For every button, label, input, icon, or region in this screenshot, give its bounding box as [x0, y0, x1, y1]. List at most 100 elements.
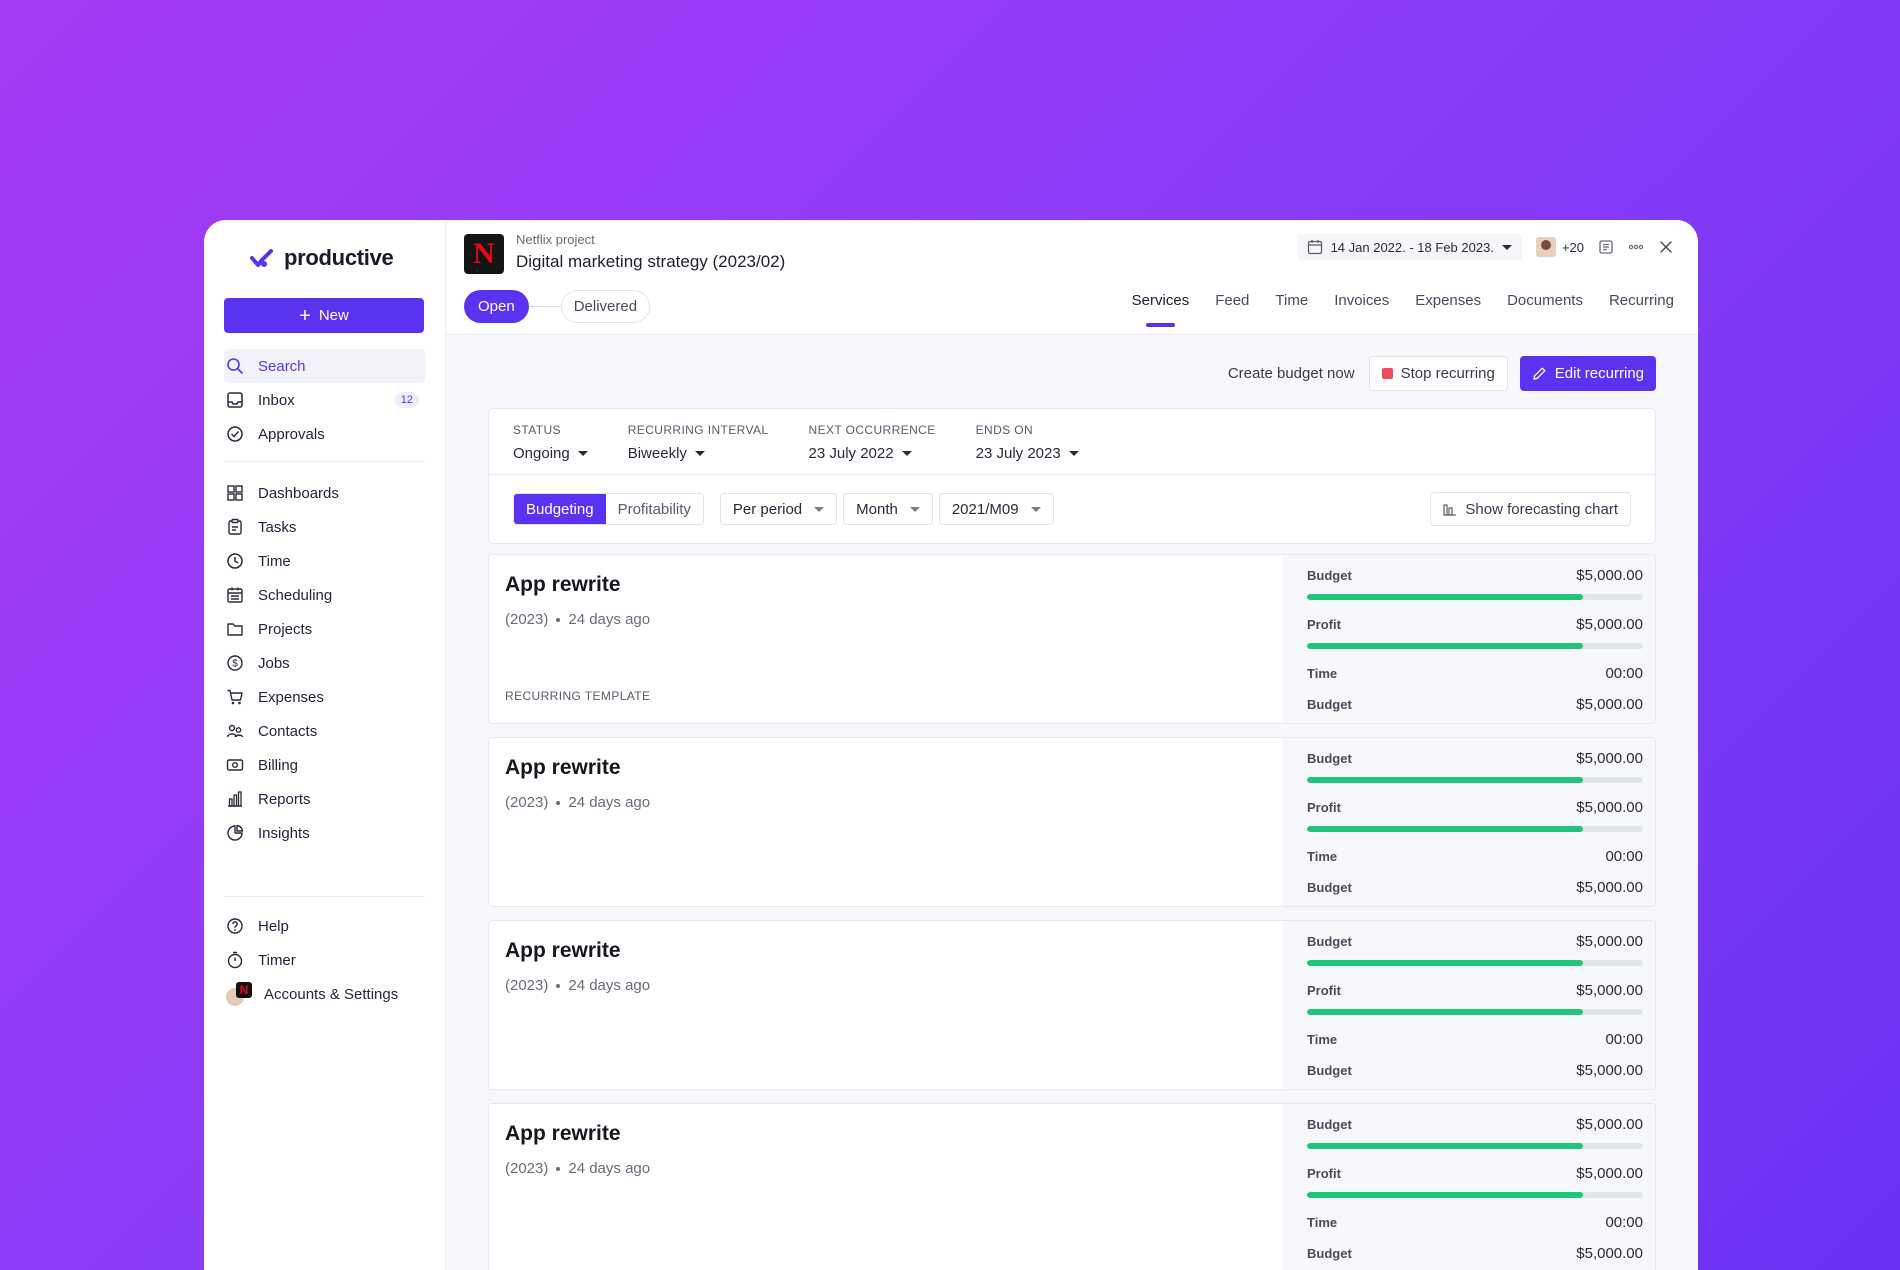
stop-recurring-button[interactable]: Stop recurring: [1368, 356, 1508, 391]
search-icon: [227, 358, 243, 374]
create-budget-link[interactable]: Create budget now: [1228, 365, 1355, 382]
project-members[interactable]: +20: [1535, 237, 1584, 257]
sidebar-item-reports[interactable]: Reports: [224, 782, 425, 816]
bar-chart-icon: [1443, 504, 1457, 516]
header-tools: 14 Jan 2022. - 18 Feb 2023. +20: [1296, 234, 1674, 260]
tab-invoices[interactable]: Invoices: [1334, 292, 1389, 327]
sidebar-item-label: Billing: [258, 756, 299, 774]
service-metrics: Budget $5,000.00 Profit $5,000.00 Time 00:0…: [1283, 555, 1655, 723]
show-forecasting-chart-button[interactable]: Show forecasting chart: [1430, 492, 1631, 526]
sidebar-item-insights[interactable]: Insights: [224, 816, 425, 850]
tab-time[interactable]: Time: [1275, 292, 1308, 327]
budget-progress-bar: [1307, 777, 1643, 783]
tab-feed[interactable]: Feed: [1215, 292, 1249, 327]
chevron-down-icon: [1068, 451, 1079, 456]
service-year: (2023): [505, 611, 549, 628]
tab-documents[interactable]: Documents: [1507, 292, 1583, 327]
stop-recurring-label: Stop recurring: [1400, 365, 1495, 382]
metric-label: Time: [1307, 1215, 1338, 1230]
sidebar-item-help[interactable]: Help: [224, 909, 425, 943]
budgeting-toggle[interactable]: Budgeting: [514, 494, 606, 524]
budget-progress-bar: [1307, 594, 1643, 600]
sidebar-item-approvals[interactable]: Approvals: [224, 417, 425, 451]
sidebar-item-billing[interactable]: Billing: [224, 748, 425, 782]
sidebar: productive + New Search Inbox 12 Approva…: [204, 220, 446, 1270]
service-title: App rewrite: [505, 756, 621, 779]
sidebar-item-dashboards[interactable]: Dashboards: [224, 476, 425, 510]
recurring-interval-field[interactable]: RECURRING INTERVAL Biweekly: [628, 421, 769, 462]
sidebar-item-time[interactable]: Time: [224, 544, 425, 578]
status-pipeline: Open Delivered: [464, 290, 651, 323]
view-mode-toggle: Budgeting Profitability: [513, 493, 704, 525]
service-card[interactable]: App rewrite (2023) 24 days ago Budget $5,…: [488, 737, 1656, 907]
budget-progress-fill: [1307, 594, 1583, 600]
metric-value: $5,000.00: [1576, 1116, 1643, 1133]
dropdown-value: Month: [856, 500, 898, 518]
sidebar-item-expenses[interactable]: Expenses: [224, 680, 425, 714]
bar-chart-icon: [228, 791, 242, 807]
separator-dot: [556, 983, 561, 988]
app-logo[interactable]: productive: [224, 230, 425, 286]
recurring-actions: Create budget now Stop recurring Edit re…: [1228, 356, 1656, 391]
tab-expenses[interactable]: Expenses: [1415, 292, 1481, 327]
chevron-down-icon: [1030, 506, 1041, 512]
new-button[interactable]: + New: [224, 298, 424, 333]
member-count: +20: [1561, 239, 1584, 255]
service-card[interactable]: App rewrite (2023) 24 days ago Budget $5,…: [488, 1103, 1656, 1270]
budget-progress-fill: [1307, 960, 1583, 966]
metric-value: $5,000.00: [1576, 1245, 1643, 1262]
nav-primary: Search Inbox 12 Approvals: [224, 349, 425, 451]
sidebar-item-jobs[interactable]: $ Jobs: [224, 646, 425, 680]
edit-recurring-button[interactable]: Edit recurring: [1519, 356, 1656, 391]
profitability-toggle[interactable]: Profitability: [605, 494, 703, 524]
per-period-dropdown[interactable]: Per period: [719, 493, 838, 525]
nav-bottom: Help Timer N Accounts & Settings: [224, 896, 425, 1011]
tab-recurring[interactable]: Recurring: [1609, 292, 1674, 327]
sidebar-item-projects[interactable]: Projects: [224, 612, 425, 646]
service-title: App rewrite: [505, 1122, 621, 1145]
next-occurrence-field[interactable]: NEXT OCCURRENCE 23 July 2022: [809, 421, 936, 462]
sidebar-item-label: Search: [258, 357, 306, 375]
service-card[interactable]: App rewrite (2023) 24 days ago RECURRING…: [488, 554, 1656, 724]
document-icon[interactable]: [1598, 239, 1614, 255]
ends-on-field[interactable]: ENDS ON 23 July 2023: [976, 421, 1079, 462]
metric-label: Profit: [1307, 800, 1341, 815]
project-client[interactable]: Netflix project: [516, 232, 595, 247]
sidebar-item-accounts-settings[interactable]: N Accounts & Settings: [224, 977, 425, 1011]
service-title: App rewrite: [505, 573, 621, 596]
close-icon[interactable]: [1658, 239, 1674, 255]
sidebar-item-contacts[interactable]: Contacts: [224, 714, 425, 748]
more-icon[interactable]: [1628, 239, 1644, 255]
budget-progress-fill: [1307, 777, 1583, 783]
sidebar-item-search[interactable]: Search: [224, 349, 425, 383]
profit-progress-fill: [1307, 1192, 1583, 1198]
sidebar-item-label: Dashboards: [258, 484, 339, 502]
field-value: Ongoing: [513, 445, 570, 462]
forecast-label: Show forecasting chart: [1465, 500, 1618, 518]
sidebar-item-tasks[interactable]: Tasks: [224, 510, 425, 544]
status-field[interactable]: STATUS Ongoing: [513, 421, 588, 462]
sidebar-item-inbox[interactable]: Inbox 12: [224, 383, 425, 417]
metric-label: Budget: [1307, 751, 1352, 766]
account-avatar-icon: N: [226, 982, 252, 1006]
check-circle-icon: [227, 426, 243, 442]
sidebar-item-timer[interactable]: Timer: [224, 943, 425, 977]
status-delivered-pill[interactable]: Delivered: [560, 290, 651, 323]
sidebar-item-scheduling[interactable]: Scheduling: [224, 578, 425, 612]
period-dropdown[interactable]: 2021/M09: [938, 493, 1054, 525]
project-logo: N: [464, 234, 504, 274]
status-open-pill[interactable]: Open: [464, 290, 529, 323]
service-card[interactable]: App rewrite (2023) 24 days ago Budget $5,…: [488, 920, 1656, 1090]
tab-services[interactable]: Services: [1132, 292, 1189, 327]
chevron-down-icon: [577, 451, 588, 456]
service-meta: (2023) 24 days ago: [505, 794, 1267, 811]
budget-progress-fill: [1307, 1143, 1583, 1149]
profit-progress-fill: [1307, 643, 1583, 649]
service-meta: (2023) 24 days ago: [505, 611, 1267, 628]
date-range-picker[interactable]: 14 Jan 2022. - 18 Feb 2023.: [1296, 234, 1522, 260]
chevron-down-icon: [694, 451, 705, 456]
service-meta: (2023) 24 days ago: [505, 977, 1267, 994]
month-dropdown[interactable]: Month: [843, 493, 933, 525]
sidebar-item-label: Scheduling: [258, 586, 333, 604]
separator-dot: [556, 1166, 561, 1171]
